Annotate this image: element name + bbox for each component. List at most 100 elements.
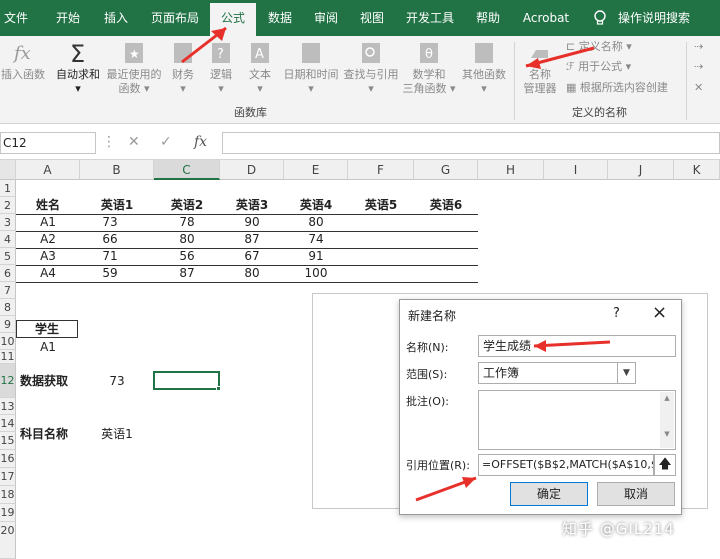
financial-button[interactable]: 财务 ▾: [166, 40, 200, 96]
row-header[interactable]: 20: [0, 522, 16, 559]
table-cell[interactable]: 80: [220, 265, 284, 282]
formula-auditing-cmd-3[interactable]: ✕: [694, 80, 703, 96]
table-cell[interactable]: 71: [80, 248, 140, 265]
row-header[interactable]: 7: [0, 282, 16, 299]
formula-auditing-cmd-2[interactable]: ⇢: [694, 59, 703, 75]
table-cell[interactable]: A1: [16, 214, 80, 231]
row-header[interactable]: 3: [0, 214, 16, 231]
table-cell[interactable]: A3: [16, 248, 80, 265]
cell-a10[interactable]: A1: [16, 339, 80, 356]
column-header-c[interactable]: C: [154, 160, 220, 180]
row-header[interactable]: 13: [0, 398, 16, 415]
fill-handle[interactable]: [216, 386, 221, 391]
formula-auditing-cmd[interactable]: ⇢: [694, 39, 703, 55]
text-button[interactable]: A 文本 ▾: [242, 40, 278, 96]
column-header-f[interactable]: F: [348, 160, 414, 180]
comment-textarea[interactable]: ▲ ▼: [478, 390, 676, 450]
cancel-icon[interactable]: ✕: [128, 134, 140, 150]
collapse-dialog-button[interactable]: 🡅: [654, 454, 676, 476]
cell-b15[interactable]: 英语1: [80, 426, 154, 443]
tab-insert[interactable]: 插入: [96, 0, 136, 36]
tab-file[interactable]: 文件: [0, 0, 32, 36]
table-cell[interactable]: 80: [154, 231, 220, 248]
column-header-k[interactable]: K: [674, 160, 720, 180]
tab-view[interactable]: 视图: [354, 0, 390, 36]
tell-me-search[interactable]: 操作说明搜索: [612, 0, 696, 36]
column-header-b[interactable]: B: [80, 160, 154, 180]
row-header[interactable]: 5: [0, 248, 16, 265]
row-header[interactable]: 19: [0, 504, 16, 522]
tab-developer[interactable]: 开发工具: [400, 0, 460, 36]
table-cell[interactable]: 74: [284, 231, 348, 248]
row-header[interactable]: 17: [0, 468, 16, 486]
table-cell[interactable]: 90: [220, 214, 284, 231]
table-cell[interactable]: 56: [154, 248, 220, 265]
tab-formulas[interactable]: 公式: [210, 3, 256, 36]
math-button[interactable]: θ 数学和 三角函数 ▾: [402, 40, 456, 96]
enter-icon[interactable]: ✓: [160, 134, 172, 150]
table-cell[interactable]: A4: [16, 265, 80, 282]
cell-a9[interactable]: 学生: [16, 320, 78, 338]
row-header[interactable]: 6: [0, 265, 16, 282]
tab-home[interactable]: 开始: [48, 0, 88, 36]
cell-b12[interactable]: 73: [80, 373, 154, 390]
row-header[interactable]: 18: [0, 486, 16, 504]
column-header-g[interactable]: G: [414, 160, 478, 180]
cell-c2[interactable]: 英语2: [154, 197, 220, 214]
refers-to-input[interactable]: =OFFSET($B$2,MATCH($A$10,$: [478, 454, 654, 476]
select-all-corner[interactable]: [0, 160, 16, 180]
table-cell[interactable]: 66: [80, 231, 140, 248]
column-header-d[interactable]: D: [220, 160, 284, 180]
row-header[interactable]: 16: [0, 450, 16, 468]
name-manager-button[interactable]: 名称 管理器: [518, 40, 562, 96]
column-header-a[interactable]: A: [16, 160, 80, 180]
row-header-selected[interactable]: 12: [0, 364, 16, 398]
define-name-button[interactable]: ⊏ 定义名称 ▾: [566, 39, 632, 55]
ok-button[interactable]: 确定: [510, 482, 588, 506]
row-header[interactable]: 1: [0, 180, 16, 197]
table-cell[interactable]: 80: [284, 214, 348, 231]
cell-f2[interactable]: 英语5: [348, 197, 414, 214]
tab-help[interactable]: 帮助: [470, 0, 506, 36]
use-in-formula-button[interactable]: ℱ 用于公式 ▾: [566, 59, 631, 75]
table-cell[interactable]: 91: [284, 248, 348, 265]
lookup-button[interactable]: 查找与引用 ▾: [342, 40, 400, 96]
column-header-j[interactable]: J: [608, 160, 674, 180]
other-functions-button[interactable]: 其他函数 ▾: [456, 40, 512, 96]
row-header[interactable]: 11: [0, 350, 16, 364]
column-header-e[interactable]: E: [284, 160, 348, 180]
autosum-button[interactable]: Σ 自动求和 ▾: [52, 40, 104, 96]
dialog-close-button[interactable]: ×: [652, 302, 667, 323]
scrollbar[interactable]: ▲ ▼: [660, 392, 674, 448]
table-cell[interactable]: 78: [154, 214, 220, 231]
chevron-down-icon[interactable]: ▼: [617, 363, 635, 383]
tab-page-layout[interactable]: 页面布局: [144, 0, 206, 36]
tab-acrobat[interactable]: Acrobat: [516, 0, 576, 36]
table-cell[interactable]: 67: [220, 248, 284, 265]
name-input[interactable]: 学生成绩: [478, 335, 676, 357]
row-header[interactable]: 2: [0, 197, 16, 214]
scope-select[interactable]: 工作簿 ▼: [478, 362, 636, 384]
insert-function-icon[interactable]: fx: [194, 134, 207, 150]
table-cell[interactable]: 73: [80, 214, 140, 231]
row-header[interactable]: 10: [0, 333, 16, 350]
cell-d2[interactable]: 英语3: [220, 197, 284, 214]
dialog-help-button[interactable]: ?: [613, 306, 620, 321]
column-header-h[interactable]: H: [478, 160, 544, 180]
cell-a2[interactable]: 姓名: [16, 197, 80, 214]
formula-input[interactable]: [222, 132, 720, 154]
column-header-i[interactable]: I: [544, 160, 608, 180]
row-header[interactable]: 15: [0, 432, 16, 450]
row-header[interactable]: 9: [0, 316, 16, 333]
tab-review[interactable]: 审阅: [308, 0, 344, 36]
tab-data[interactable]: 数据: [262, 0, 298, 36]
create-from-selection-button[interactable]: ▦ 根据所选内容创建: [566, 80, 668, 96]
name-box[interactable]: C12: [0, 132, 96, 154]
table-cell[interactable]: 87: [154, 265, 220, 282]
table-cell[interactable]: 87: [220, 231, 284, 248]
row-header[interactable]: 4: [0, 231, 16, 248]
recent-functions-button[interactable]: ★ 最近使用的 函数 ▾: [104, 40, 164, 96]
datetime-button[interactable]: 日期和时间 ▾: [280, 40, 342, 96]
active-cell-c12[interactable]: [153, 371, 220, 390]
table-cell[interactable]: 100: [284, 265, 348, 282]
